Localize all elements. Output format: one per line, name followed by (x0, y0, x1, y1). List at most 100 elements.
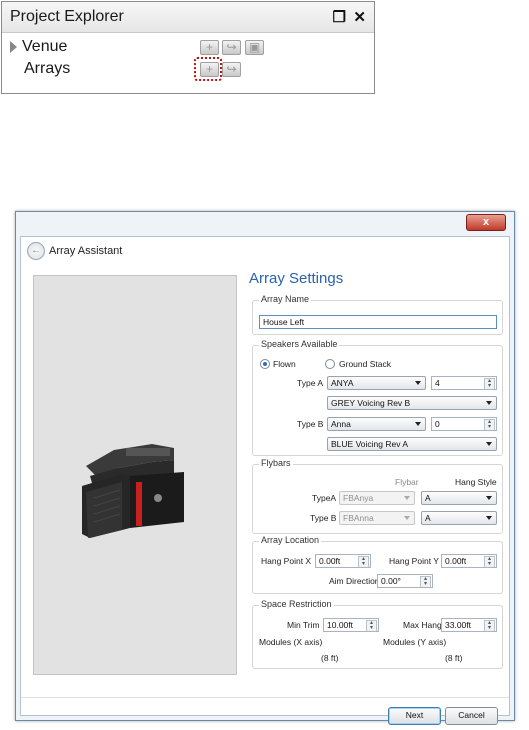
back-arrow-icon[interactable]: ← (27, 242, 45, 260)
save-icon[interactable]: ▣ (245, 40, 264, 55)
max-hang-label: Max Hang (403, 620, 442, 630)
tree-item-label: Venue (22, 38, 68, 55)
group-legend: Array Name (259, 294, 312, 304)
dialog-close-button[interactable]: x (466, 214, 506, 231)
chevron-down-icon (415, 381, 421, 385)
array-assistant-dialog: x ← Array Assistant Array Settings Array… (15, 211, 515, 725)
modules-x-value: (8 ft) (321, 653, 339, 663)
highlight-marker (194, 57, 222, 81)
max-hang-input[interactable]: 33.00ft ▴ ▾ (441, 618, 497, 632)
aim-direction-label: Aim Direction (329, 576, 380, 586)
count-value: 0 (435, 419, 440, 429)
ground-stack-radio[interactable] (325, 359, 335, 369)
dialog-client: ← Array Assistant Array Settings Array N… (20, 236, 510, 725)
spinner-icon[interactable]: ▴ ▾ (366, 620, 377, 631)
next-button[interactable]: Next (388, 707, 441, 725)
footer-divider (21, 697, 509, 698)
space-restriction-group: Space Restriction Min Trim 10.00ft ▴ ▾ Max… (252, 599, 503, 669)
select-value: GREY Voicing Rev B (331, 398, 411, 408)
hang-style-column-header: Hang Style (455, 477, 497, 487)
spinner-icon[interactable]: ▴ ▾ (420, 576, 431, 587)
hang-point-y-value: 0.00ft (445, 556, 467, 566)
tree-item-label: Arrays (24, 60, 71, 77)
array-name-group: Array Name House Left (252, 294, 503, 335)
flown-label: Flown (273, 359, 296, 369)
speakers-available-group: Speakers Available Flown Ground Stack Ty… (252, 339, 503, 456)
flown-radio[interactable] (260, 359, 270, 369)
chevron-down-icon (486, 516, 492, 520)
dialog-titlebar (16, 212, 514, 238)
flybar-type-a-select[interactable]: FBAnya (339, 491, 415, 505)
flybars-group: Flybars Flybar Hang Style TypeA FBAnya A… (252, 458, 503, 534)
hang-style-type-b-select[interactable]: A (421, 511, 497, 525)
array-name-input[interactable]: House Left (259, 315, 497, 329)
hang-style-type-a-select[interactable]: A (421, 491, 497, 505)
min-trim-label: Min Trim (287, 620, 320, 630)
spinner-icon[interactable]: ▴ ▾ (484, 556, 495, 567)
array-location-group: Array Location Hang Point X 0.00ft ▴ ▾ Han… (252, 535, 503, 594)
flybar-type-b-select[interactable]: FBAnna (339, 511, 415, 525)
expand-triangle-icon[interactable] (10, 41, 17, 53)
spinner-icon[interactable]: ▴ ▾ (484, 378, 495, 389)
add-icon[interactable]: + (200, 40, 219, 55)
group-legend: Array Location (259, 535, 322, 545)
chevron-down-icon (486, 442, 492, 446)
panel-title: Project Explorer (10, 8, 124, 25)
speaker-cabinet-icon (82, 444, 184, 538)
flybar-type-b-label: Type B (310, 513, 337, 523)
edit-icon[interactable]: ↪ (222, 40, 241, 55)
type-b-count-input[interactable]: 0 ▴ ▾ (431, 417, 497, 431)
cancel-button[interactable]: Cancel (445, 707, 498, 725)
project-explorer-panel: Project Explorer ❐ ✕ Venue + ↪ ▣ Arrays … (1, 1, 375, 94)
tree-item-venue[interactable]: Venue (10, 38, 67, 56)
chevron-down-icon (486, 401, 492, 405)
ground-stack-label: Ground Stack (339, 359, 391, 369)
aim-direction-input[interactable]: 0.00° ▴ ▾ (377, 574, 433, 588)
group-legend: Flybars (259, 458, 293, 468)
chevron-down-icon (486, 496, 492, 500)
type-b-voicing-select[interactable]: BLUE Voicing Rev A (327, 437, 497, 451)
chevron-down-icon (404, 496, 410, 500)
select-value: Anna (331, 419, 351, 429)
hang-point-y-label: Hang Point Y (389, 556, 439, 566)
close-icon[interactable]: ✕ (353, 8, 366, 26)
dialog-title: Array Assistant (49, 245, 123, 257)
type-b-model-select[interactable]: Anna (327, 417, 426, 431)
type-a-model-select[interactable]: ANYA (327, 376, 426, 390)
spinner-icon[interactable]: ▴ ▾ (484, 620, 495, 631)
min-trim-value: 10.00ft (327, 620, 353, 630)
hang-point-y-input[interactable]: 0.00ft ▴ ▾ (441, 554, 497, 568)
select-value: FBAnya (343, 493, 374, 503)
flybar-type-a-label: TypeA (312, 493, 337, 503)
select-value: BLUE Voicing Rev A (331, 439, 409, 449)
hang-point-x-value: 0.00ft (319, 556, 341, 566)
aim-direction-value: 0.00° (381, 576, 401, 586)
max-hang-value: 33.00ft (445, 620, 471, 630)
select-value: ANYA (331, 378, 354, 388)
count-value: 4 (435, 378, 440, 388)
type-a-label: Type A (297, 378, 323, 388)
min-trim-input[interactable]: 10.00ft ▴ ▾ (323, 618, 379, 632)
type-a-count-input[interactable]: 4 ▴ ▾ (431, 376, 497, 390)
spinner-icon[interactable]: ▴ ▾ (484, 419, 495, 430)
hang-point-x-label: Hang Point X (261, 556, 312, 566)
select-value: FBAnna (343, 513, 374, 523)
panel-header: Project Explorer ❐ ✕ (2, 2, 374, 33)
array-settings-title: Array Settings (249, 270, 344, 287)
hang-point-x-input[interactable]: 0.00ft ▴ ▾ (315, 554, 371, 568)
group-legend: Space Restriction (259, 599, 334, 609)
spinner-icon[interactable]: ▴ ▾ (358, 556, 369, 567)
type-a-voicing-select[interactable]: GREY Voicing Rev B (327, 396, 497, 410)
speaker-array-image (82, 444, 184, 538)
array-preview (33, 275, 237, 675)
chevron-down-icon (404, 516, 410, 520)
edit-icon[interactable]: ↪ (222, 62, 241, 77)
flybar-column-header: Flybar (395, 477, 419, 487)
type-b-label: Type B (297, 419, 324, 429)
select-value: A (425, 513, 431, 523)
restore-window-icon[interactable]: ❐ (333, 8, 346, 26)
tree-item-arrays[interactable]: Arrays (24, 60, 70, 78)
select-value: A (425, 493, 431, 503)
modules-y-label: Modules (Y axis) (383, 637, 447, 647)
chevron-down-icon (415, 422, 421, 426)
